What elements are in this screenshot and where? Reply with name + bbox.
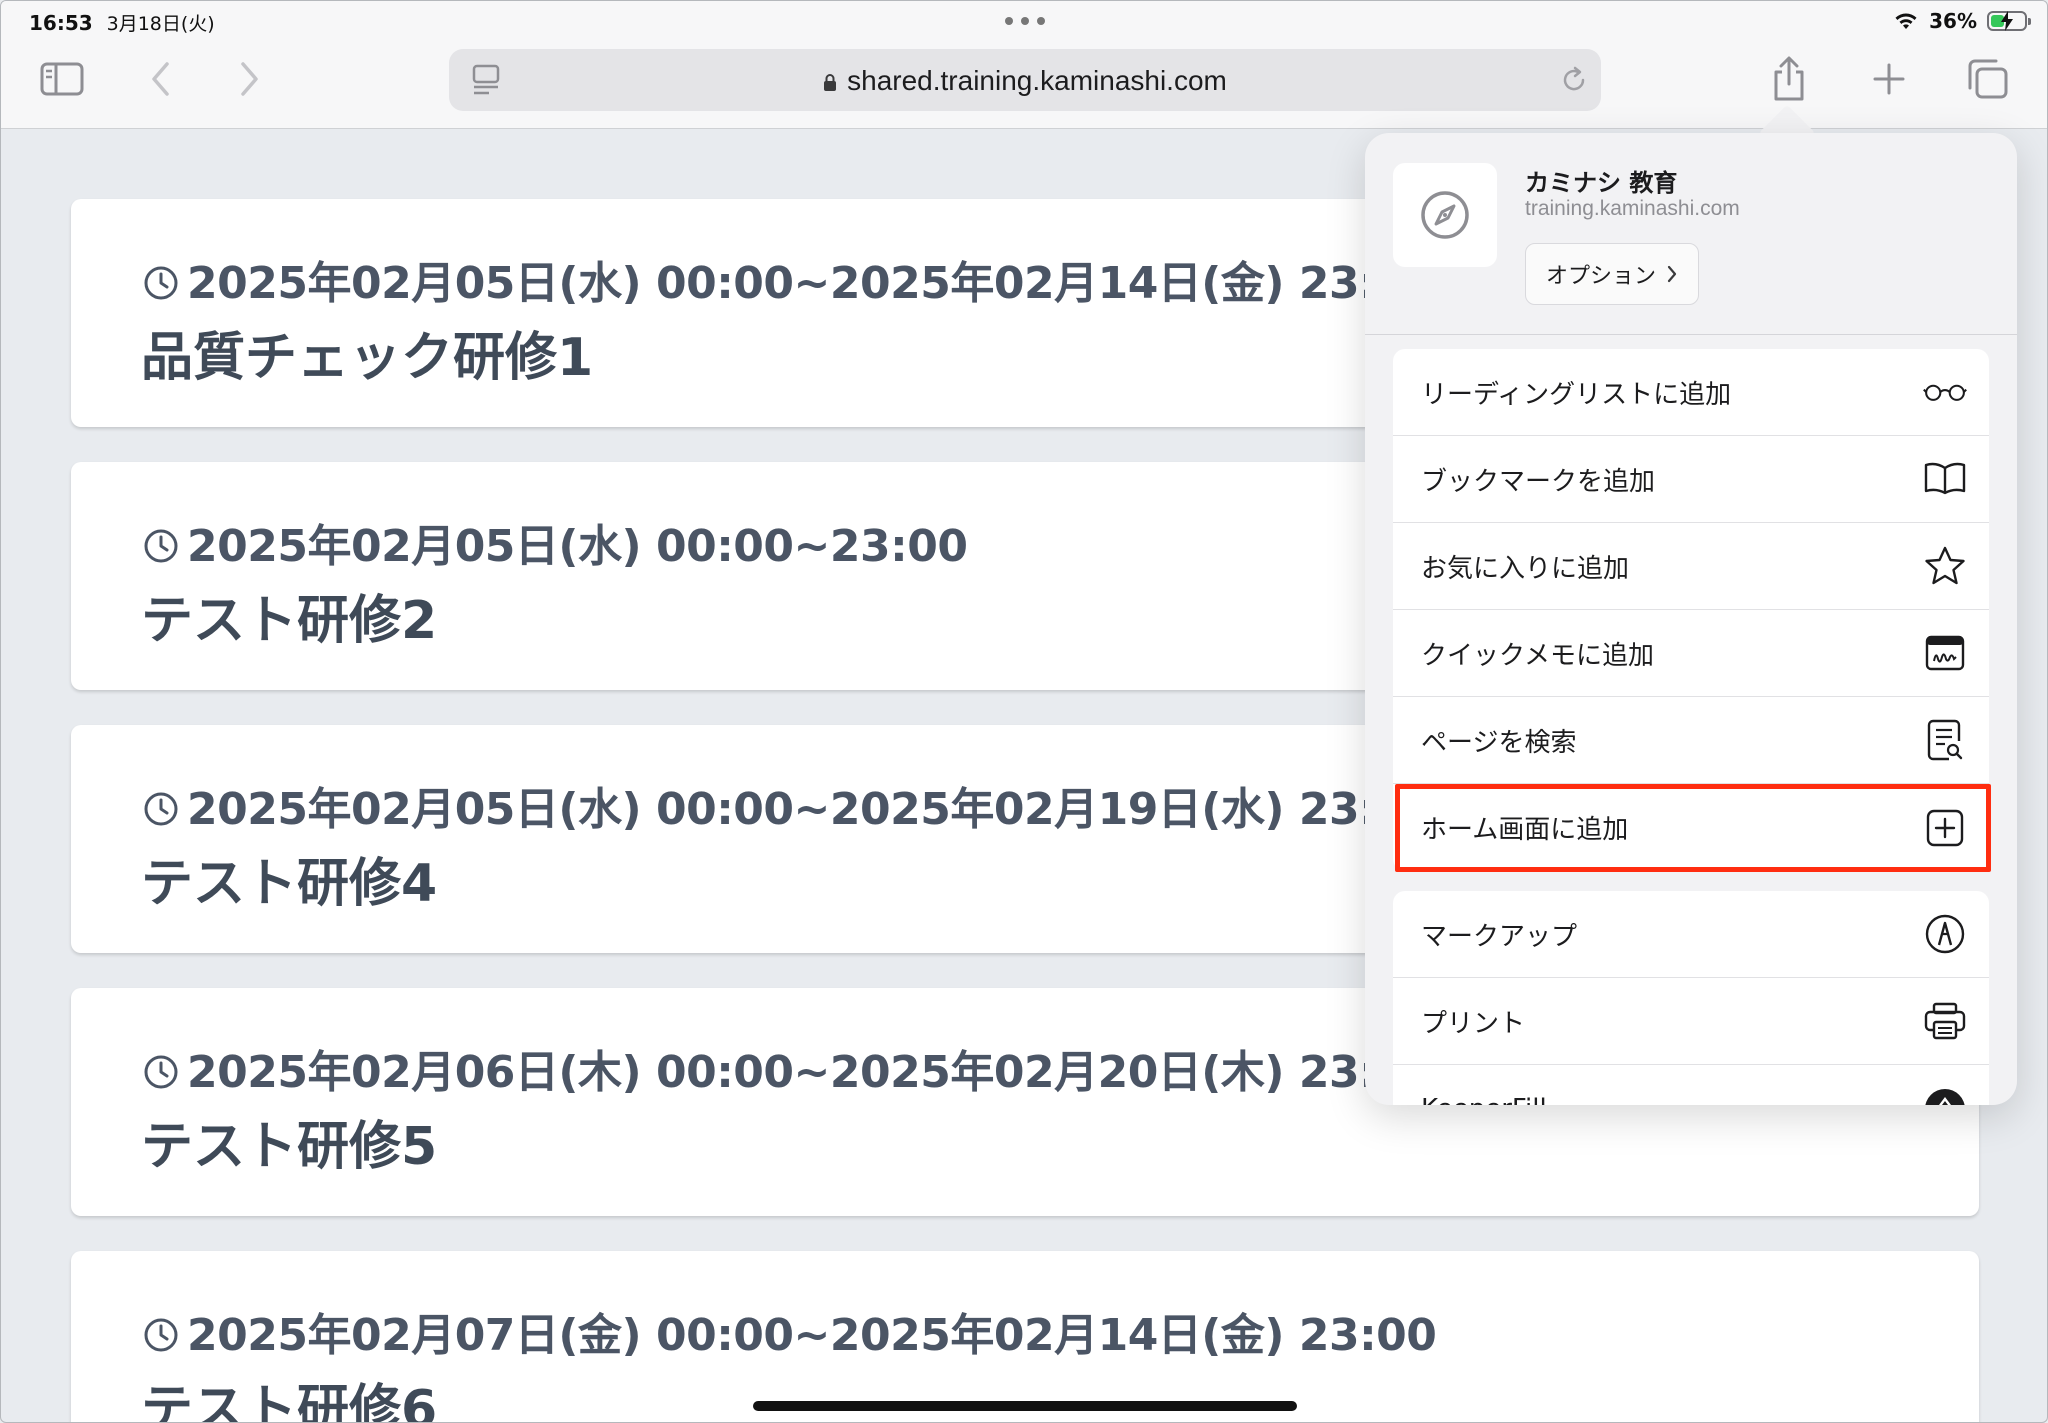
- sidebar-icon: [40, 62, 84, 96]
- tab-overview-button[interactable]: [1963, 55, 2013, 103]
- keeper-icon: [1923, 1087, 1967, 1105]
- clock-icon: [144, 266, 178, 300]
- back-button[interactable]: [141, 57, 181, 101]
- site-icon: [1393, 163, 1497, 267]
- share-action-row[interactable]: プリント: [1393, 978, 1989, 1065]
- share-action-row[interactable]: クイックメモに追加: [1393, 610, 1989, 697]
- share-action-row[interactable]: ページを検索: [1393, 697, 1989, 784]
- star-icon: [1923, 544, 1967, 588]
- course-period: 2025年02月06日(木) 00:00~2025年02月20日(木) 23:0…: [143, 1036, 1437, 1100]
- share-action-row[interactable]: リーディングリストに追加: [1393, 349, 1989, 436]
- course-title: テスト研修5: [141, 1117, 438, 1177]
- course-period: 2025年02月07日(金) 00:00~2025年02月14日(金) 23:0…: [143, 1299, 1437, 1363]
- share-action-row[interactable]: マークアップ: [1393, 891, 1989, 978]
- share-sheet: カミナシ 教育 training.kaminashi.com オプション リーデ…: [1365, 133, 2017, 1105]
- chevron-right-icon: [241, 62, 258, 96]
- share-action-label: ブックマークを追加: [1421, 466, 1656, 497]
- share-action-row[interactable]: お気に入りに追加: [1393, 523, 1989, 610]
- options-label: オプション: [1546, 264, 1657, 289]
- find-in-page-icon: [1923, 718, 1967, 762]
- plus-icon: [1873, 63, 1905, 95]
- site-domain: training.kaminashi.com: [1525, 197, 1740, 220]
- site-name: カミナシ 教育: [1525, 169, 1678, 197]
- battery-icon: [1987, 11, 2031, 31]
- multitasking-dots-icon[interactable]: [1005, 17, 1045, 27]
- share-action-label: お気に入りに追加: [1421, 553, 1630, 584]
- share-action-label: リーディングリストに追加: [1421, 379, 1732, 410]
- compass-icon: [1421, 191, 1469, 239]
- reload-icon: [1563, 66, 1585, 91]
- course-title: テスト研修6: [141, 1380, 438, 1423]
- share-action-label: KeeperFill: [1421, 1094, 1547, 1106]
- course-title: テスト研修4: [141, 854, 438, 914]
- share-actions-group-2: マークアッププリント KeeperFill: [1393, 891, 1989, 1105]
- clock-icon: [144, 792, 178, 826]
- course-period: 2025年02月05日(水) 00:00~2025年02月14日(金) 23:0…: [143, 247, 1437, 311]
- share-action-label: クイックメモに追加: [1421, 640, 1654, 671]
- status-bar: 16:53 3月18日(火) 36%: [1, 1, 2047, 43]
- share-actions-group-1: リーディングリストに追加 ブックマークを追加 お気に入りに追加 クイックメモに追加 ペー…: [1393, 349, 1989, 871]
- reload-button[interactable]: [1557, 63, 1591, 97]
- status-right: 36%: [1893, 9, 2031, 33]
- chevron-left-icon: [152, 62, 169, 96]
- status-time: 16:53 3月18日(火): [29, 11, 215, 35]
- sidebar-toggle-button[interactable]: [37, 57, 87, 101]
- plus-square-icon: [1923, 806, 1967, 850]
- share-action-label: プリント: [1421, 1008, 1526, 1039]
- share-button[interactable]: [1765, 53, 1813, 105]
- safari-toolbar: shared.training.kaminashi.com: [1, 43, 2047, 129]
- clock-icon: [144, 1318, 178, 1352]
- quick-note-icon: [1923, 631, 1967, 675]
- home-indicator[interactable]: [753, 1401, 1297, 1411]
- share-action-row[interactable]: ホーム画面に追加: [1393, 784, 1989, 871]
- wifi-icon: [1895, 13, 1917, 29]
- url-text: shared.training.kaminashi.com: [449, 65, 1601, 97]
- clock-icon: [144, 1055, 178, 1089]
- clock-icon: [144, 529, 178, 563]
- course-period: 2025年02月05日(水) 00:00~2025年02月19日(水) 23:0…: [143, 773, 1437, 837]
- share-action-row[interactable]: KeeperFill: [1393, 1065, 1989, 1105]
- ipad-screen: 16:53 3月18日(火) 36% shared.training.kamin…: [0, 0, 2048, 1423]
- share-action-label: ホーム画面に追加: [1421, 815, 1629, 845]
- markup-icon: [1923, 912, 1967, 956]
- forward-button[interactable]: [229, 57, 269, 101]
- course-period: 2025年02月05日(水) 00:00~23:00: [143, 510, 968, 574]
- tabs-icon: [1968, 59, 2008, 99]
- course-title: 品質チェック研修1: [141, 328, 594, 388]
- share-sheet-header: カミナシ 教育 training.kaminashi.com オプション: [1365, 133, 2017, 335]
- chevron-right-icon: [1667, 265, 1677, 283]
- share-action-row[interactable]: ブックマークを追加: [1393, 436, 1989, 523]
- course-title: テスト研修2: [141, 591, 438, 651]
- address-bar[interactable]: shared.training.kaminashi.com: [449, 49, 1601, 111]
- share-icon: [1774, 56, 1804, 101]
- glasses-icon: [1923, 370, 1967, 414]
- lock-icon: [824, 74, 837, 91]
- new-tab-button[interactable]: [1865, 55, 1913, 103]
- course-card[interactable]: 2025年02月07日(金) 00:00~2025年02月14日(金) 23:0…: [71, 1251, 1979, 1423]
- book-icon: [1923, 457, 1967, 501]
- battery-percent: 36%: [1929, 9, 1977, 33]
- printer-icon: [1923, 999, 1967, 1043]
- options-button[interactable]: オプション: [1525, 243, 1700, 305]
- share-action-label: ページを検索: [1421, 727, 1577, 758]
- share-action-label: マークアップ: [1421, 921, 1578, 952]
